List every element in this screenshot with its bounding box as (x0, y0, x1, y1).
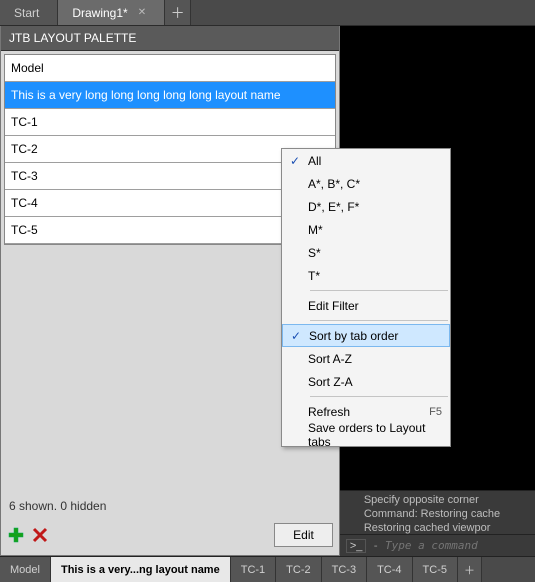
layout-tab-tc1[interactable]: TC-1 (231, 557, 276, 582)
menu-item-edit-filter[interactable]: Edit Filter (282, 294, 450, 317)
plus-icon (8, 527, 24, 543)
doc-tab-label: Start (14, 6, 39, 20)
menu-item-label: Sort by tab order (309, 329, 441, 343)
doc-tab-label: Drawing1* (72, 6, 127, 20)
palette-actions: Edit (1, 519, 339, 555)
x-delete-icon (32, 527, 48, 543)
layout-tab-model[interactable]: Model (0, 557, 51, 582)
checkmark-icon: ✓ (282, 154, 308, 168)
command-prompt-icon: >_ (346, 539, 367, 553)
menu-item-label: A*, B*, C* (308, 177, 442, 191)
menu-item-label: All (308, 154, 442, 168)
menu-item-label: Refresh (308, 405, 429, 419)
menu-item-s[interactable]: S* (282, 241, 450, 264)
plus-icon: ＋ (464, 562, 475, 578)
palette-status: 6 shown. 0 hidden (1, 493, 339, 519)
menu-item-label: M* (308, 223, 442, 237)
command-log: Specify opposite corner Command: Restori… (340, 490, 535, 534)
delete-layout-button[interactable] (31, 526, 49, 544)
menu-item-a-b-c[interactable]: A*, B*, C* (282, 172, 450, 195)
menu-item-sort-by-tab-order[interactable]: ✓Sort by tab order (282, 324, 450, 347)
layout-tab-tc4[interactable]: TC-4 (367, 557, 412, 582)
layout-tab-longname[interactable]: This is a very...ng layout name (51, 557, 231, 582)
menu-item-sort-z-a[interactable]: Sort Z-A (282, 370, 450, 393)
menu-item-label: Sort A-Z (308, 352, 442, 366)
layout-row-tc1[interactable]: TC-1 (5, 109, 335, 136)
menu-item-sort-a-z[interactable]: Sort A-Z (282, 347, 450, 370)
layout-context-menu: ✓AllA*, B*, C*D*, E*, F*M*S*T*Edit Filte… (281, 148, 451, 447)
menu-separator (310, 396, 448, 397)
layout-row-model[interactable]: Model (5, 55, 335, 82)
menu-item-d-e-f[interactable]: D*, E*, F* (282, 195, 450, 218)
menu-item-accelerator: F5 (429, 406, 442, 418)
menu-item-all[interactable]: ✓All (282, 149, 450, 172)
doc-tab-start[interactable]: Start (0, 0, 58, 25)
command-prefix: - (372, 539, 379, 552)
menu-item-label: T* (308, 269, 442, 283)
edit-button[interactable]: Edit (274, 523, 333, 547)
document-tabs: Start Drawing1* ✕ ＋ (0, 0, 535, 26)
layout-tab-bar: Model This is a very...ng layout name TC… (0, 556, 535, 582)
menu-item-t[interactable]: T* (282, 264, 450, 287)
command-input-row: >_ - (340, 534, 535, 556)
command-input[interactable] (385, 539, 531, 552)
command-log-line: Specify opposite corner (364, 493, 531, 507)
add-layout-tab-button[interactable]: ＋ (458, 557, 482, 582)
layout-tab-tc2[interactable]: TC-2 (276, 557, 321, 582)
close-icon[interactable]: ✕ (138, 7, 146, 18)
add-layout-button[interactable] (7, 526, 25, 544)
layout-tab-tc5[interactable]: TC-5 (413, 557, 458, 582)
command-log-line: Restoring cached viewpor (364, 521, 531, 534)
menu-item-label: Edit Filter (308, 299, 442, 313)
plus-icon: ＋ (171, 3, 185, 23)
layout-tab-tc3[interactable]: TC-3 (322, 557, 367, 582)
palette-title: JTB LAYOUT PALETTE (1, 26, 339, 51)
workzone: JTB LAYOUT PALETTE Model This is a very … (0, 26, 535, 556)
doc-tab-drawing1[interactable]: Drawing1* ✕ (58, 0, 165, 25)
checkmark-icon: ✓ (283, 329, 309, 343)
layout-row-longname[interactable]: This is a very long long long long long … (5, 82, 335, 109)
command-log-line: Command: Restoring cache (364, 507, 531, 521)
menu-separator (310, 290, 448, 291)
menu-item-save-orders-to-layout-tabs[interactable]: Save orders to Layout tabs (282, 423, 450, 446)
menu-item-label: Sort Z-A (308, 375, 442, 389)
menu-item-m[interactable]: M* (282, 218, 450, 241)
menu-separator (310, 320, 448, 321)
menu-item-label: S* (308, 246, 442, 260)
menu-item-label: D*, E*, F* (308, 200, 442, 214)
menu-item-label: Save orders to Layout tabs (308, 421, 442, 449)
new-doc-tab-button[interactable]: ＋ (165, 0, 191, 25)
